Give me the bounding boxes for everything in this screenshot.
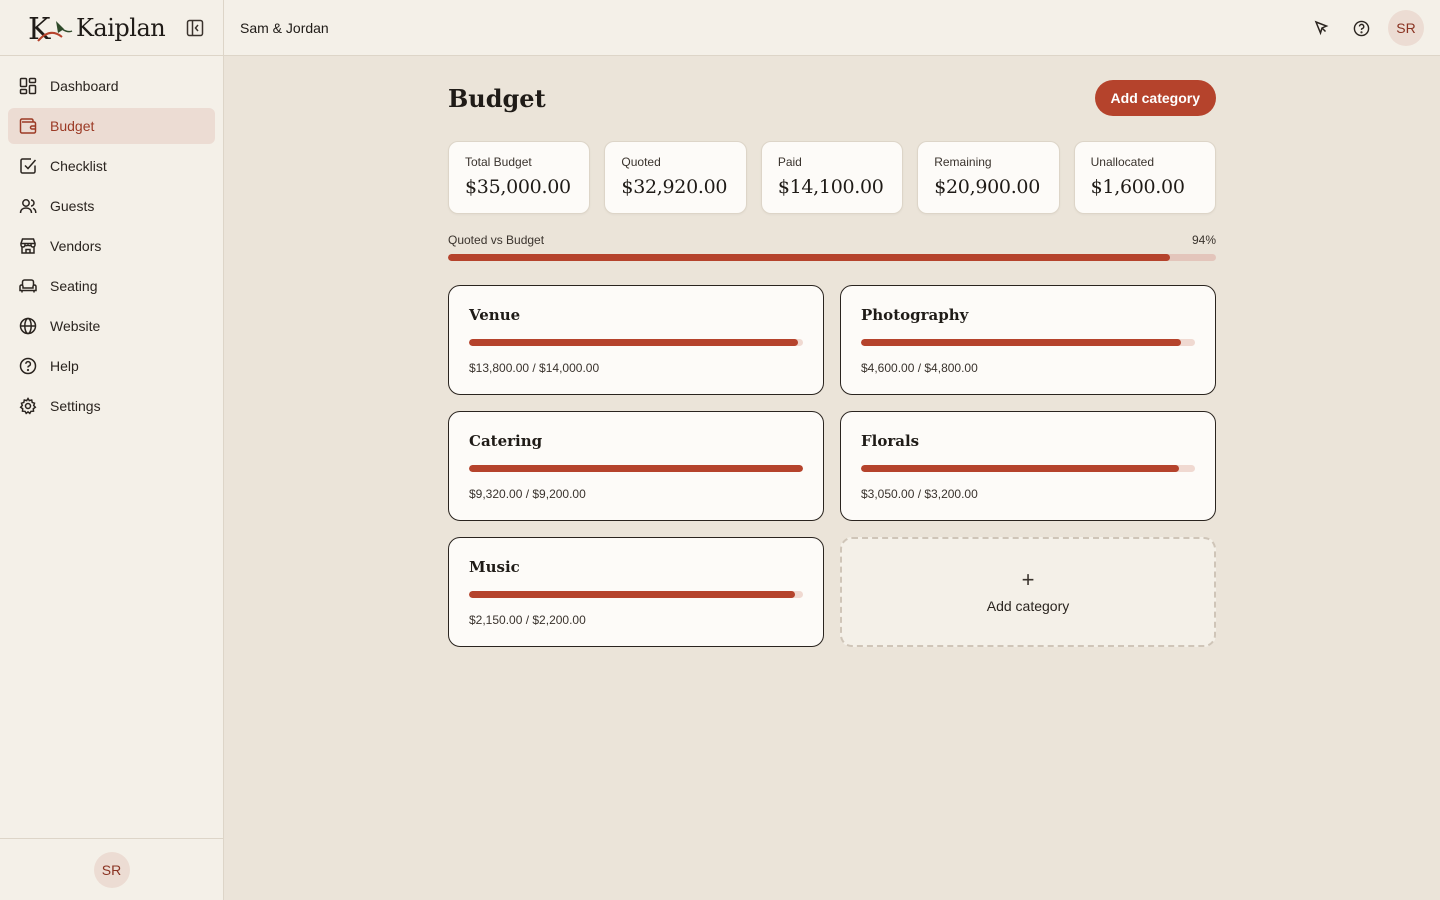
- sidebar-item-website[interactable]: Website: [8, 308, 215, 344]
- stat-value: $32,920.00: [621, 176, 728, 198]
- help-icon: [1353, 20, 1369, 36]
- stat-label: Paid: [777, 155, 802, 169]
- category-amount: $3,050.00 / $3,200.00: [861, 487, 978, 501]
- gear-icon: [18, 396, 38, 416]
- sidebar-item-label: Checklist: [50, 158, 107, 174]
- stat-label: Remaining: [934, 155, 992, 169]
- sidebar-collapse-icon: [186, 19, 204, 37]
- sidebar-item-label: Help: [50, 358, 79, 374]
- budget-main: Budget Add category Total Budget $35,000…: [448, 80, 1217, 647]
- quoted-vs-budget-track: [448, 254, 1216, 261]
- stat-unallocated: Unallocated $1,600.00: [1073, 141, 1217, 214]
- sidebar-item-label: Website: [50, 318, 101, 334]
- checklist-icon: [18, 156, 38, 176]
- logo[interactable]: K Kaiplan: [28, 11, 166, 45]
- stat-value: $14,100.00: [777, 176, 884, 198]
- category-name: Florals: [861, 432, 920, 450]
- sidebar-footer: SR: [0, 838, 223, 900]
- category-amount: $13,800.00 / $14,000.00: [469, 361, 600, 375]
- sidebar-item-guests[interactable]: Guests: [8, 188, 215, 224]
- logo-row: K Kaiplan: [0, 0, 223, 56]
- quoted-vs-budget-fill: [448, 254, 1170, 261]
- add-category-card[interactable]: + Add category: [840, 537, 1216, 647]
- top-header: Sam & Jordan SR: [224, 0, 1440, 56]
- page-title: Budget: [448, 83, 546, 113]
- sofa-icon: [18, 276, 38, 296]
- category-progress-fill: [469, 339, 799, 346]
- plus-icon: +: [1021, 567, 1035, 592]
- category-card-florals[interactable]: Florals $3,050.00 / $3,200.00: [840, 411, 1216, 521]
- help-button[interactable]: [1348, 15, 1374, 41]
- sidebar-avatar[interactable]: SR: [93, 851, 130, 888]
- store-icon: [18, 236, 38, 256]
- category-card-music[interactable]: Music $2,150.00 / $2,200.00: [448, 537, 824, 647]
- category-progress-track: [861, 339, 1195, 346]
- sidebar: K Kaiplan Dashboard Budget Checklist Gue…: [0, 0, 224, 900]
- stat-remaining: Remaining $20,900.00: [917, 141, 1060, 214]
- stat-label: Total Budget: [465, 155, 532, 169]
- cursor-icon: [1314, 20, 1329, 36]
- category-card-catering[interactable]: Catering $9,320.00 / $9,200.00: [448, 411, 824, 521]
- category-grid: Venue $13,800.00 / $14,000.00 Photograph…: [448, 285, 1216, 647]
- sidebar-nav: Dashboard Budget Checklist Guests Vendor…: [0, 56, 223, 440]
- title-row: Budget Add category: [448, 80, 1216, 116]
- sidebar-item-label: Budget: [50, 118, 95, 134]
- stat-quoted: Quoted $32,920.00: [604, 141, 747, 214]
- stat-value: $1,600.00: [1090, 176, 1185, 198]
- logo-mark-icon: K: [28, 12, 73, 45]
- help-icon: [18, 356, 38, 376]
- dashboard-icon: [18, 76, 38, 96]
- quoted-vs-budget-header: Quoted vs Budget 94%: [448, 233, 1216, 247]
- category-name: Catering: [469, 432, 543, 450]
- add-category-card-label: Add category: [986, 598, 1070, 614]
- category-progress-fill: [469, 591, 796, 598]
- sidebar-collapse-button[interactable]: [185, 18, 205, 38]
- category-progress-fill: [861, 339, 1181, 346]
- category-amount: $9,320.00 / $9,200.00: [469, 487, 586, 501]
- sidebar-item-seating[interactable]: Seating: [8, 268, 215, 304]
- sidebar-item-checklist[interactable]: Checklist: [8, 148, 215, 184]
- add-category-button[interactable]: Add category: [1094, 80, 1216, 116]
- sidebar-item-help[interactable]: Help: [8, 348, 215, 384]
- category-amount: $4,600.00 / $4,800.00: [861, 361, 978, 375]
- category-name: Venue: [469, 306, 521, 324]
- category-progress-track: [469, 339, 803, 346]
- sidebar-item-label: Dashboard: [50, 78, 119, 94]
- sidebar-item-label: Guests: [50, 198, 95, 214]
- globe-icon: [18, 316, 38, 336]
- stat-value: $20,900.00: [934, 176, 1041, 198]
- sidebar-item-budget[interactable]: Budget: [8, 108, 215, 144]
- progress-percent: 94%: [1191, 233, 1216, 247]
- category-progress-track: [469, 591, 803, 598]
- category-card-venue[interactable]: Venue $13,800.00 / $14,000.00: [448, 285, 824, 395]
- stat-value: $35,000.00: [465, 176, 571, 198]
- stats-row: Total Budget $35,000.00 Quoted $32,920.0…: [448, 141, 1217, 214]
- category-amount: $2,150.00 / $2,200.00: [469, 613, 586, 627]
- stat-label: Quoted: [621, 155, 661, 169]
- brand-name: Kaiplan: [76, 13, 166, 42]
- stat-label: Unallocated: [1090, 155, 1154, 169]
- category-progress-fill: [861, 465, 1180, 472]
- event-title: Sam & Jordan: [240, 19, 329, 36]
- stat-total-budget: Total Budget $35,000.00: [448, 141, 591, 214]
- category-progress-track: [861, 465, 1195, 472]
- category-name: Photography: [861, 306, 969, 324]
- sidebar-item-vendors[interactable]: Vendors: [8, 228, 215, 264]
- sidebar-item-label: Seating: [50, 278, 98, 294]
- sidebar-item-dashboard[interactable]: Dashboard: [8, 68, 215, 104]
- users-icon: [18, 196, 38, 216]
- sidebar-item-label: Settings: [50, 398, 101, 414]
- stat-paid: Paid $14,100.00: [760, 141, 904, 214]
- category-name: Music: [469, 558, 520, 576]
- progress-label: Quoted vs Budget: [448, 233, 545, 247]
- category-progress-fill: [469, 465, 803, 472]
- header-avatar[interactable]: SR: [1388, 10, 1424, 46]
- header-actions: SR: [1308, 10, 1424, 46]
- wallet-icon: [18, 116, 38, 136]
- category-card-photography[interactable]: Photography $4,600.00 / $4,800.00: [840, 285, 1216, 395]
- sidebar-item-label: Vendors: [50, 238, 102, 254]
- cursor-button[interactable]: [1308, 15, 1334, 41]
- category-progress-track: [469, 465, 803, 472]
- sidebar-item-settings[interactable]: Settings: [8, 388, 215, 424]
